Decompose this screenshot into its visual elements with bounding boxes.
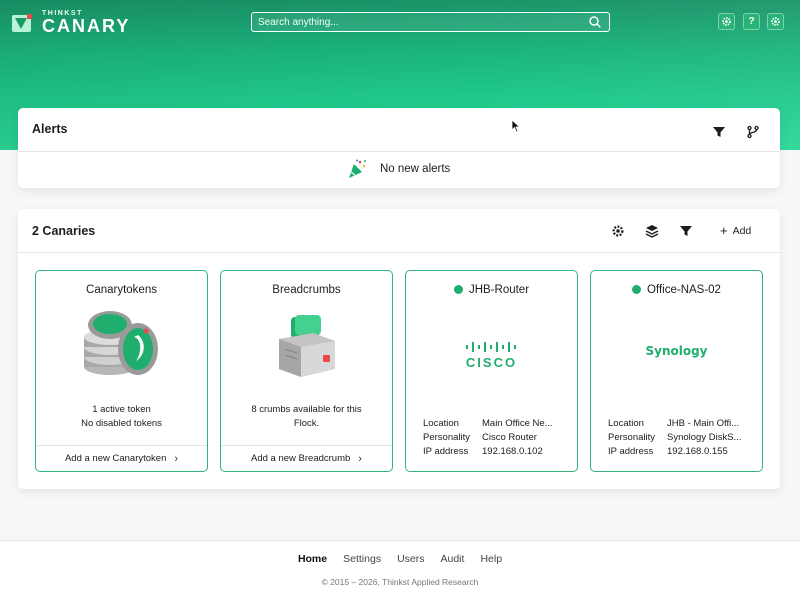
copyright-text: © 2015 – 2026, Thinkst Applied Research [321,577,479,587]
toaster-icon [279,315,335,377]
location-value: Main Office Ne... [482,418,553,429]
search-box[interactable] [251,12,610,32]
device-name: JHB-Router [468,284,530,296]
ip-row: IP address 192.168.0.155 [608,446,758,457]
location-label: Location [423,418,459,429]
settings-button[interactable] [718,13,735,30]
footer-link-home[interactable]: Home [290,553,335,565]
synology-logo-text: Synology [645,344,708,358]
logo-mark-icon [12,13,32,32]
alerts-title: Alerts [32,122,68,136]
ip-label: IP address [423,446,469,457]
tile-title: Office-NAS-02 [591,284,762,296]
add-canary-button[interactable]: + Add [720,223,751,238]
tile-line1: 8 crumbs available for this [251,404,362,415]
chevron-right-icon: › [358,452,362,465]
footer-label: Add a new Breadcrumb [251,453,351,464]
personality-value: Synology DiskS... [667,432,742,443]
location-value: JHB - Main Offi... [667,418,740,429]
breadcrumbs-tile[interactable]: Breadcrumbs 8 crumbs available for this … [220,270,393,472]
gear-icon [771,17,780,26]
personality-value: Cisco Router [482,432,537,443]
location-row: Location JHB - Main Offi... [608,418,758,429]
gear-button[interactable] [767,13,784,30]
tile-line1: 1 active token [92,404,151,415]
alerts-card: Alerts No new alerts [18,108,780,188]
canary-tile-office-nas-02[interactable]: Office-NAS-02 Synology Location JHB - Mai… [590,270,763,472]
footer-nav: Home Settings Users Audit Help [0,553,800,565]
footer-link-users[interactable]: Users [389,553,432,565]
ip-label: IP address [608,446,654,457]
status-online-icon [453,285,463,294]
footer-label: Add a new Canarytoken [64,453,167,464]
party-popper-icon [349,159,366,178]
tile-line2: Flock. [293,418,320,429]
personality-label: Personality [608,432,655,443]
footer-link-settings[interactable]: Settings [335,553,389,565]
no-alerts-text: No new alerts [380,163,451,175]
status-online-icon [632,285,642,294]
location-label: Location [608,418,644,429]
canaries-divider [18,252,780,253]
plus-icon: + [720,223,728,238]
canary-settings-icon[interactable] [611,224,625,238]
chevron-right-icon: › [174,452,179,465]
personality-label: Personality [423,432,470,443]
add-breadcrumb-link[interactable]: Add a new Breadcrumb › [221,445,392,471]
coin-stack-icon [84,311,158,375]
personality-row: Personality Synology DiskS... [608,432,758,443]
help-icon: ? [748,16,755,27]
tile-line2: No disabled tokens [81,418,162,429]
search-input[interactable] [258,16,587,28]
ip-value: 192.168.0.102 [482,446,543,457]
top-bar: THINKST CANARY ? [0,0,800,44]
layers-icon[interactable] [645,224,659,238]
canaries-title: 2 Canaries [32,224,96,238]
location-row: Location Main Office Ne... [423,418,573,429]
add-canarytoken-link[interactable]: Add a new Canarytoken › [36,445,207,471]
help-button[interactable]: ? [743,13,760,30]
branch-icon[interactable] [746,125,760,139]
ip-value: 192.168.0.155 [667,446,728,457]
device-name: Office-NAS-02 [647,284,721,296]
tile-title: Canarytokens [86,284,157,296]
mouse-cursor-icon [511,119,521,133]
personality-row: Personality Cisco Router [423,432,573,443]
footer-link-help[interactable]: Help [472,553,510,565]
logo-big-text: CANARY [42,16,131,36]
tile-title: Breadcrumbs [272,284,341,296]
cisco-logo-text: CISCO [465,355,518,370]
ip-row: IP address 192.168.0.102 [423,446,573,457]
add-label: Add [732,224,752,237]
canary-filter-icon[interactable] [679,224,693,238]
alerts-empty: No new alerts [346,158,450,180]
footer-link-audit[interactable]: Audit [433,553,473,565]
canary-tile-jhb-router[interactable]: JHB-Router CISCO Location Main Office Ne.… [405,270,578,472]
settings-icon [722,17,731,26]
search-icon[interactable] [587,14,603,30]
filter-icon[interactable] [712,125,726,139]
canarytokens-tile[interactable]: Canarytokens 1 active token No disabled … [35,270,208,472]
canary-logo[interactable]: THINKST CANARY [12,10,130,35]
tile-title: JHB-Router [406,284,577,296]
alerts-divider [18,151,780,152]
